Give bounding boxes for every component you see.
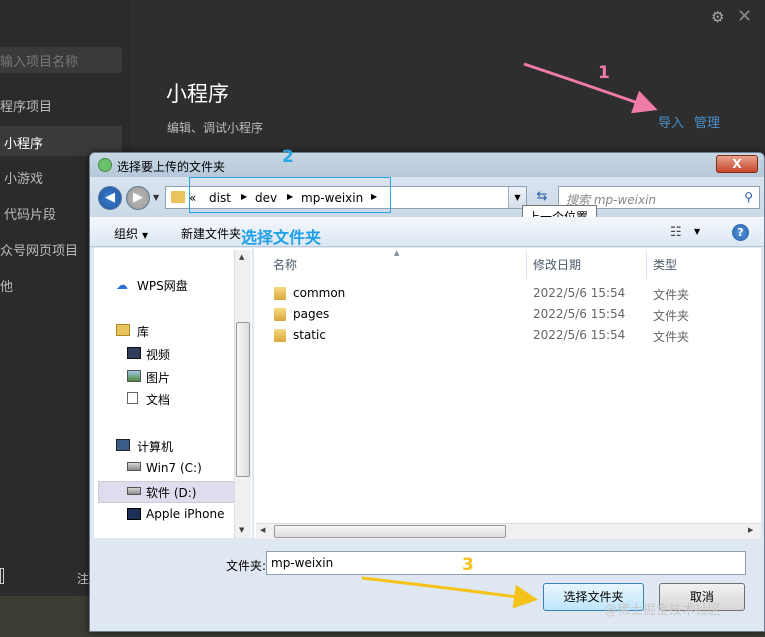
watermark: @稀土掘金技术社区: [604, 603, 722, 618]
annotation-arrow-3: [361, 576, 538, 609]
annotation-overlay: [361, 62, 658, 609]
annotation-step-1: 1: [598, 63, 610, 83]
annotation-step-3: 3: [462, 555, 474, 575]
annotation-label: 选择文件夹: [241, 228, 322, 247]
annotation-step-2: 2: [282, 147, 294, 167]
annotation-box: [189, 177, 391, 213]
annotation-arrow-1: [523, 62, 658, 114]
